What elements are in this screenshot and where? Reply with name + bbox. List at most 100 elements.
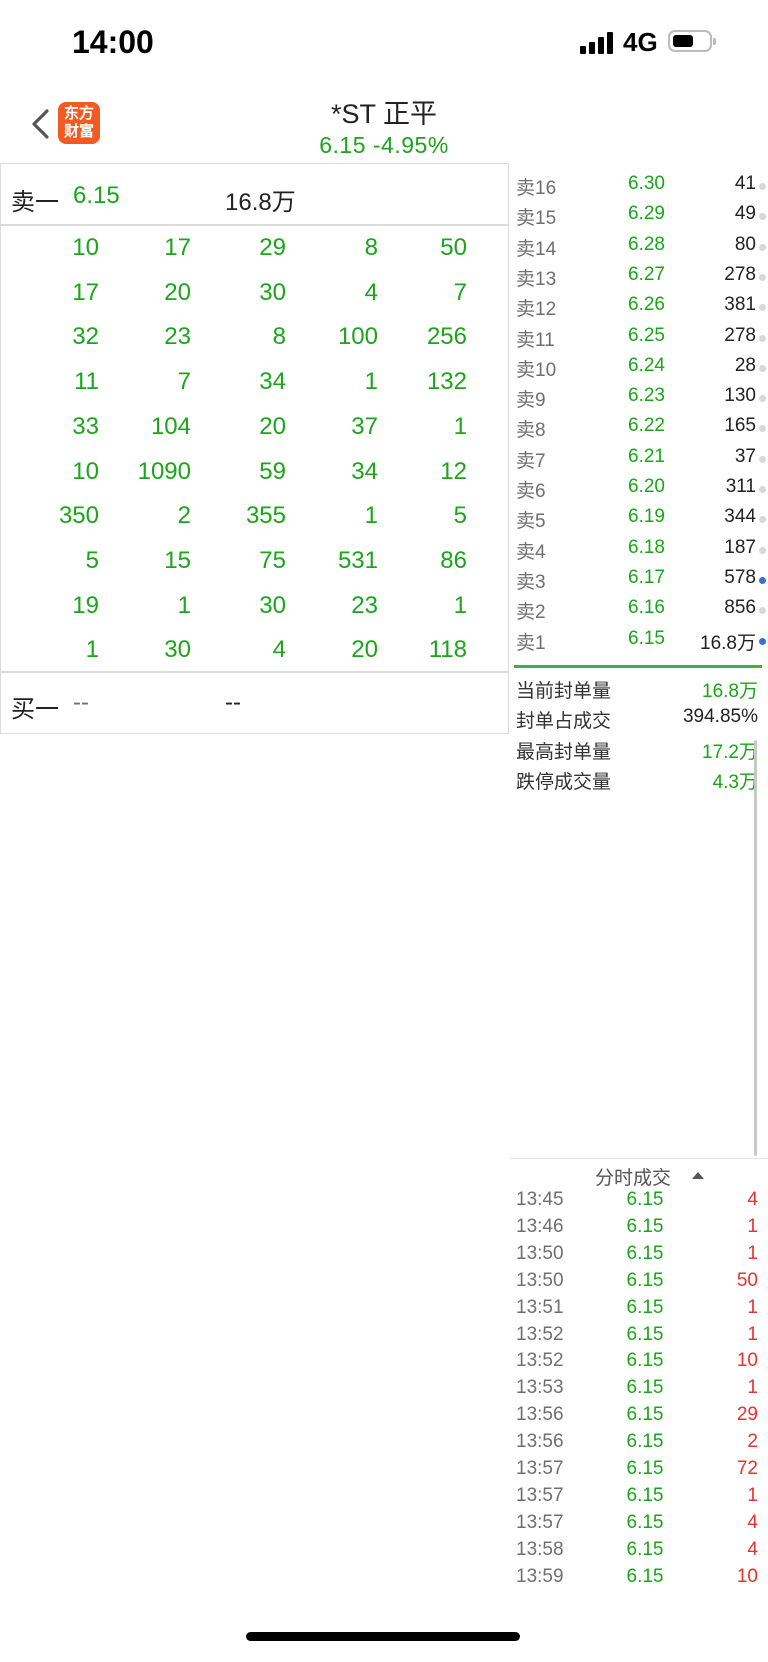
- trade-time: 13:45: [516, 1189, 564, 1210]
- trade-row: 13:57 6.15 4: [510, 1512, 768, 1539]
- dot-icon: [759, 607, 766, 615]
- queue-order-volume: 11: [74, 368, 99, 396]
- level-label: 卖5: [516, 511, 546, 533]
- queue-order-volume: 30: [259, 278, 286, 306]
- queue-order-volume: 86: [440, 546, 467, 574]
- trade-row: 13:45 6.15 4: [510, 1189, 768, 1216]
- queue-order-volume: 12: [440, 457, 467, 485]
- trade-row: 13:53 6.15 1: [510, 1377, 768, 1404]
- queue-order-volume: 5: [453, 502, 467, 530]
- stat-label: 封单占成交: [516, 711, 612, 733]
- queue-order-volume: 34: [351, 457, 378, 485]
- sell-one-price: 6.15: [73, 182, 120, 209]
- queue-order-volume: 75: [259, 546, 286, 574]
- trade-volume: 1: [747, 1242, 758, 1264]
- trade-time: 13:50: [516, 1269, 564, 1291]
- order-book-row: 卖7 6.21 37: [510, 446, 768, 476]
- trade-row: 13:57 6.15 72: [510, 1458, 768, 1485]
- buy-one-row: 买一 -- --: [1, 689, 508, 723]
- queue-order-volume: 30: [259, 591, 286, 619]
- trade-time: 13:59: [516, 1565, 564, 1587]
- trade-volume: 50: [736, 1269, 758, 1291]
- status-bar: 14:00 4G: [0, 0, 768, 90]
- price-change: 6.15 -4.95%: [319, 132, 449, 158]
- trade-price: 6.15: [626, 1242, 664, 1264]
- order-book-row: 卖8 6.22 165: [510, 415, 768, 445]
- trade-price: 6.15: [626, 1377, 664, 1399]
- dot-icon: [759, 637, 766, 645]
- trade-row: 13:51 6.15 1: [510, 1297, 768, 1324]
- level-volume: 16.8万: [700, 632, 756, 654]
- level-volume: 344: [724, 506, 756, 528]
- level-label: 卖7: [516, 450, 546, 472]
- queue-order-volume: 20: [259, 412, 286, 440]
- queue-row: 5 15 75 531 86: [1, 547, 508, 591]
- dot-icon: [759, 304, 766, 312]
- trade-row: 13:56 6.15 29: [510, 1404, 768, 1431]
- queue-order-volume: 4: [272, 636, 286, 664]
- level-label: 卖13: [516, 268, 557, 290]
- level-volume: 28: [734, 354, 756, 376]
- level-label: 卖1: [516, 632, 546, 654]
- scrollbar[interactable]: [754, 740, 757, 1156]
- trade-time: 13:56: [516, 1404, 564, 1426]
- order-book-row: 卖1 6.15 16.8万: [510, 628, 768, 658]
- queue-order-volume: 37: [351, 412, 378, 440]
- queue-order-volume: 29: [259, 234, 286, 261]
- queue-order-volume: 100: [337, 323, 378, 351]
- network-label: 4G: [623, 27, 658, 57]
- order-book-divider: [514, 665, 762, 668]
- divider: [1, 224, 508, 226]
- level-label: 卖4: [516, 541, 546, 563]
- trade-time: 13:58: [516, 1538, 564, 1560]
- trades-header[interactable]: 分时成交: [510, 1158, 768, 1191]
- queue-order-volume: 1: [453, 591, 467, 619]
- seal-stat-row: 当前封单量 16.8万: [510, 676, 768, 706]
- queue-order-volume: 8: [272, 323, 286, 351]
- trade-row: 13:50 6.15 1: [510, 1243, 768, 1270]
- order-book-row: 卖2 6.16 856: [510, 597, 768, 627]
- level-label: 卖16: [516, 178, 557, 199]
- order-book-row: 卖4 6.18 187: [510, 537, 768, 567]
- order-book-row: 卖3 6.17 578: [510, 567, 768, 597]
- sort-up-icon[interactable]: [692, 1172, 704, 1179]
- queue-order-volume: 118: [428, 636, 467, 664]
- trade-row: 13:52 6.15 10: [510, 1350, 768, 1377]
- trade-price: 6.15: [626, 1189, 664, 1210]
- trade-time: 13:52: [516, 1350, 564, 1372]
- queue-panel: 卖一 6.15 16.8万 10 17 29 8 50 17 20 30 4 7 32 23 8 100 2…: [0, 163, 509, 734]
- order-book-row: 卖12 6.26 381: [510, 294, 768, 324]
- order-book-row: 卖13 6.27 278: [510, 264, 768, 294]
- level-volume: 37: [734, 445, 756, 467]
- level-volume: 578: [724, 566, 756, 588]
- dot-icon: [759, 576, 766, 584]
- queue-order-volume: 1: [453, 412, 467, 440]
- queue-order-volume: 1: [364, 502, 378, 530]
- level-volume: 856: [724, 597, 756, 619]
- level-volume: 187: [724, 536, 756, 558]
- queue-order-volume: 350: [58, 502, 99, 530]
- queue-order-volume: 1: [177, 591, 191, 619]
- trades-title: 分时成交: [595, 1168, 672, 1189]
- queue-order-volume: 20: [351, 636, 378, 664]
- dot-icon: [759, 425, 766, 433]
- buy-one-label: 买一: [11, 696, 59, 723]
- trade-price: 6.15: [626, 1511, 664, 1533]
- queue-order-volume: 17: [72, 278, 99, 306]
- level-label: 卖11: [516, 329, 555, 351]
- home-indicator[interactable]: [246, 1632, 520, 1641]
- trade-price: 6.15: [626, 1458, 664, 1479]
- trade-volume: 1: [747, 1484, 758, 1506]
- queue-order-volume: 8: [364, 234, 378, 261]
- queue-order-volume: 23: [164, 323, 191, 351]
- order-book-row: 卖16 6.30 41: [510, 173, 768, 203]
- trade-row: 13:59 6.15 10: [510, 1566, 768, 1593]
- seal-stat-row: 最高封单量 17.2万: [510, 737, 768, 767]
- queue-order-volume: 104: [150, 412, 191, 440]
- dot-icon: [759, 364, 766, 372]
- level-volume: 165: [724, 415, 756, 437]
- queue-row: 17 20 30 4 7: [1, 279, 508, 323]
- dot-icon: [759, 273, 766, 281]
- dot-icon: [759, 395, 766, 403]
- level-volume: 311: [725, 476, 756, 497]
